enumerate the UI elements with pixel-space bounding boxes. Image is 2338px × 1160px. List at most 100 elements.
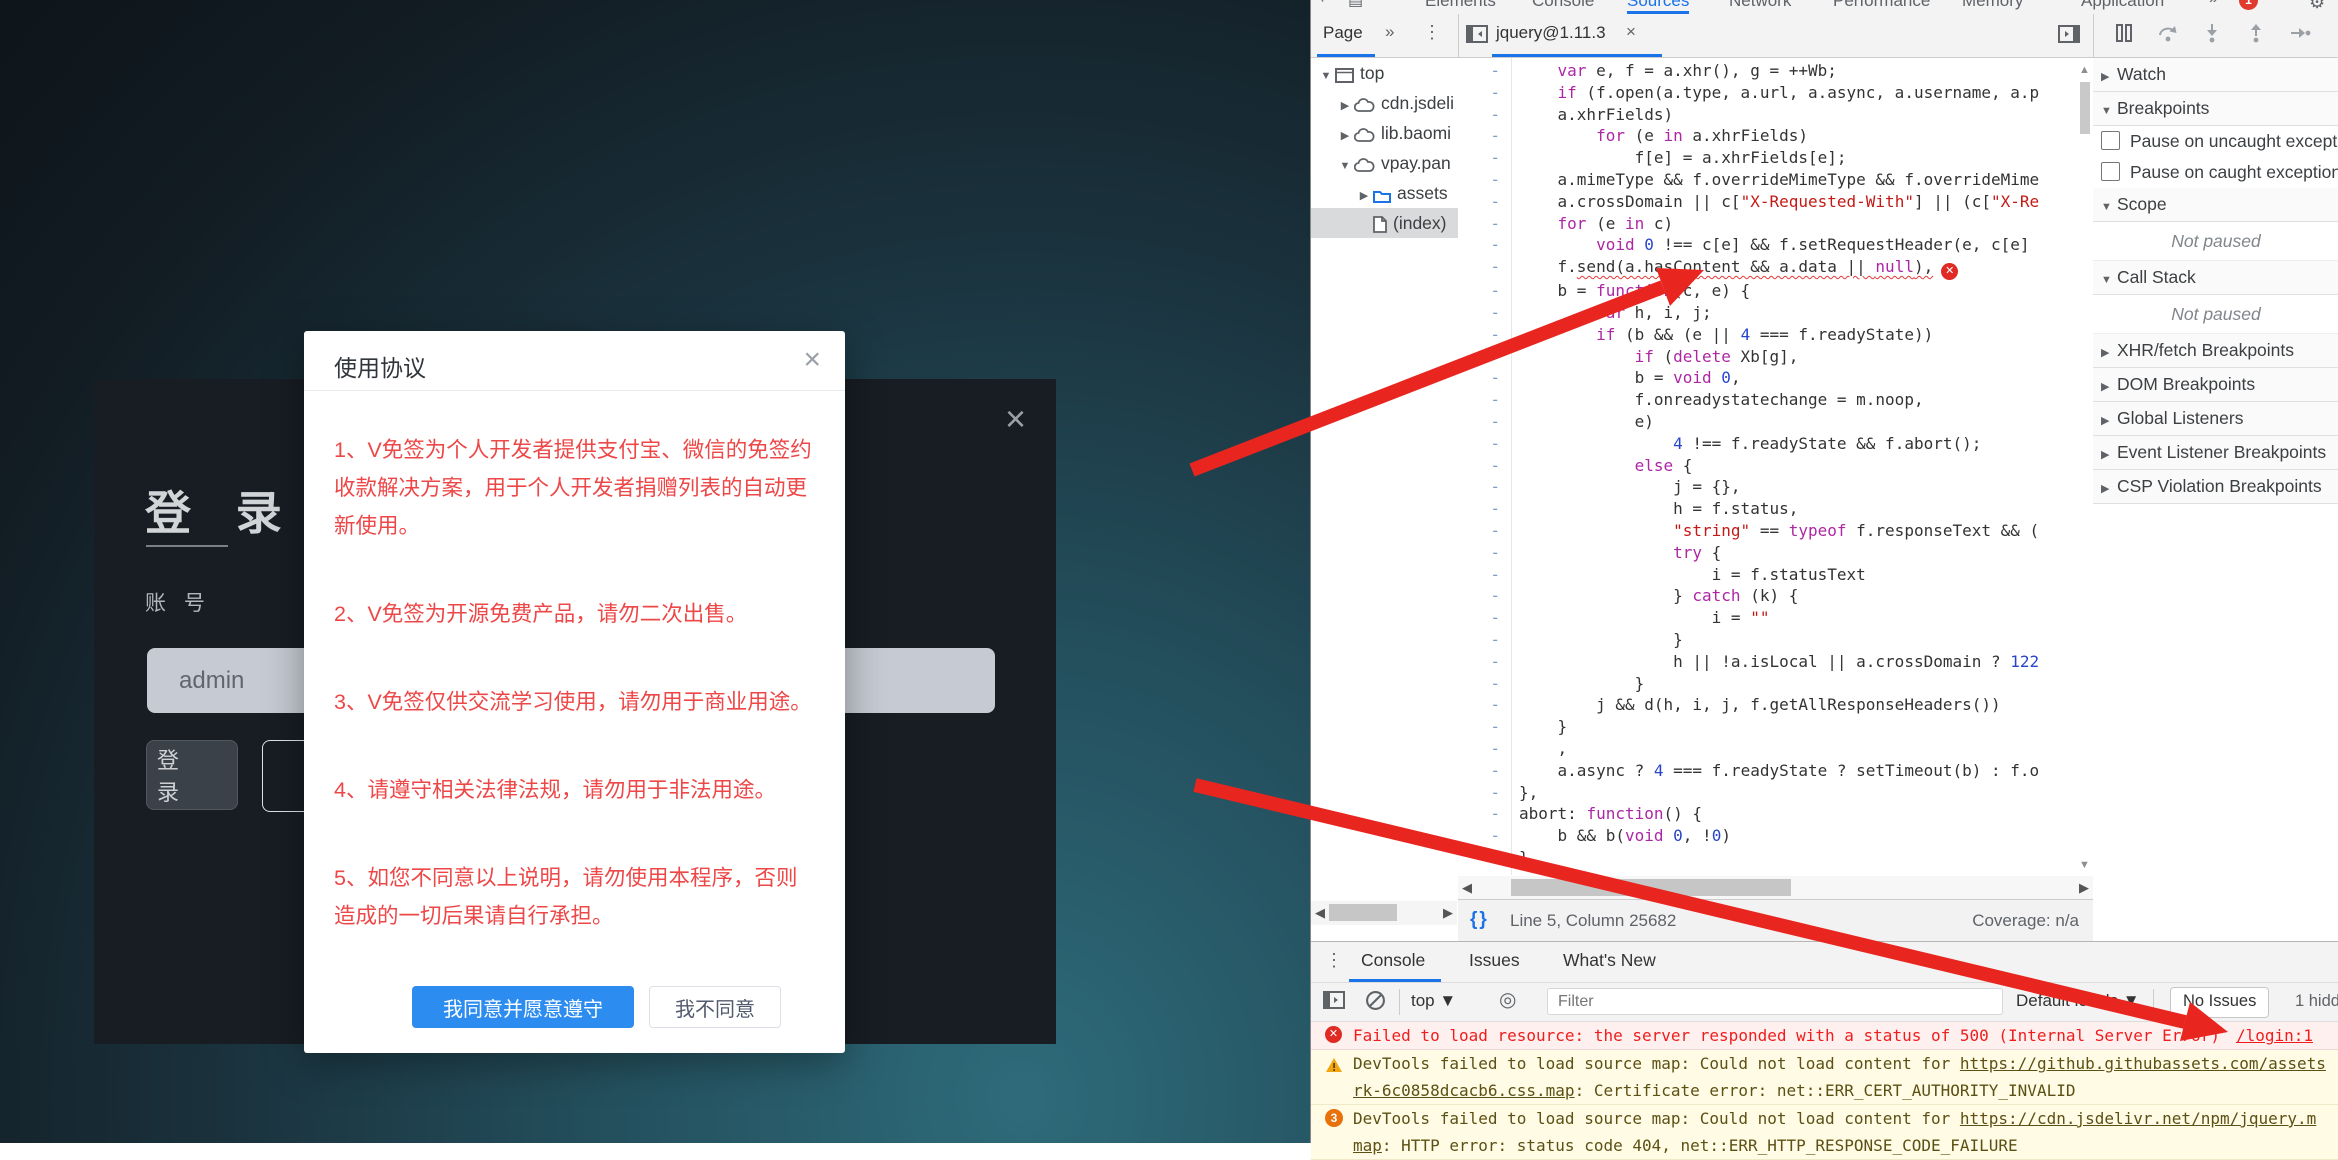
agree-button[interactable]: 我同意并愿意遵守 — [412, 986, 634, 1028]
line-gutter[interactable]: - — [1458, 147, 1500, 169]
main-tab-elements[interactable]: Elements — [1425, 0, 1496, 14]
line-gutter[interactable]: - — [1458, 280, 1500, 302]
checkbox-pause-on-caught-exceptions[interactable]: Pause on caught exceptions — [2093, 157, 2338, 188]
step-over-icon[interactable] — [2157, 23, 2179, 48]
editor-horizontal-scrollbar[interactable]: ◀ ▶ — [1458, 876, 2093, 899]
log-levels-selector[interactable]: Default levels ▼ — [2016, 991, 2140, 1011]
section-expander-icon[interactable]: ▶ — [2101, 439, 2117, 472]
code-line[interactable]: -var e, f = a.xhr(), g = ++Wb; — [1458, 60, 2077, 82]
line-gutter[interactable]: - — [1458, 825, 1500, 847]
line-gutter[interactable]: - — [1458, 585, 1500, 607]
code-line[interactable]: -abort: function() { — [1458, 803, 2077, 825]
more-tabs-icon[interactable]: » — [2209, 0, 2218, 8]
tree-item-vpay-pan[interactable]: ▼vpay.pan — [1311, 148, 1458, 178]
line-gutter[interactable]: - — [1458, 782, 1500, 804]
code-line[interactable]: -} catch (k) { — [1458, 585, 2077, 607]
console-link[interactable]: https://cdn.jsdelivr.net/npm/jquery.m — [1960, 1109, 2316, 1128]
file-tab-close-icon[interactable]: × — [1626, 22, 1636, 42]
file-tab-jquery[interactable]: jquery@1.11.3 — [1496, 23, 1606, 43]
expander-icon[interactable]: ▶ — [1338, 91, 1352, 121]
console-link[interactable]: rk-6c0858dcacb6.css.map — [1353, 1081, 1575, 1100]
code-line[interactable]: -f.onreadystatechange = m.noop, — [1458, 389, 2077, 411]
main-tab-performance[interactable]: Performance — [1833, 0, 1930, 14]
line-gutter[interactable]: - — [1458, 60, 1500, 82]
line-gutter[interactable]: - — [1458, 302, 1500, 324]
code-line[interactable]: -a.xhrFields) — [1458, 104, 2077, 126]
tree-item-assets[interactable]: ▶assets — [1311, 178, 1458, 208]
line-gutter[interactable]: - — [1458, 520, 1500, 542]
tree-item-lib-baomi[interactable]: ▶lib.baomi — [1311, 118, 1458, 148]
code-line[interactable]: -var h, i, j; — [1458, 302, 2077, 324]
clear-console-icon[interactable] — [1365, 990, 1386, 1016]
code-line[interactable]: -}, — [1458, 782, 2077, 804]
code-line[interactable]: -void 0 !== c[e] && f.setRequestHeader(e… — [1458, 234, 2077, 256]
main-tab-memory[interactable]: Memory — [1962, 0, 2023, 14]
line-gutter[interactable]: - — [1458, 694, 1500, 716]
code-line[interactable]: -j = {}, — [1458, 476, 2077, 498]
checkbox[interactable] — [2101, 131, 2120, 150]
scrollbar-thumb[interactable] — [1511, 879, 1791, 896]
section-expander-icon[interactable]: ▶ — [2101, 405, 2117, 438]
section-scope[interactable]: ▼Scope — [2093, 188, 2338, 222]
line-gutter[interactable]: - — [1458, 760, 1500, 782]
code-line[interactable]: -} — [1458, 629, 2077, 651]
code-line[interactable]: -} — [1458, 847, 2077, 869]
section-watch[interactable]: ▶Watch — [2093, 58, 2338, 92]
section-global-listeners[interactable]: ▶Global Listeners — [2093, 402, 2338, 436]
line-gutter[interactable]: - — [1458, 542, 1500, 564]
line-gutter[interactable]: - — [1458, 738, 1500, 760]
scroll-down-icon[interactable]: ▼ — [2079, 859, 2090, 871]
section-call-stack[interactable]: ▼Call Stack — [2093, 261, 2338, 295]
section-dom-breakpoints[interactable]: ▶DOM Breakpoints — [2093, 368, 2338, 402]
code-line[interactable]: -"string" == typeof f.responseText && ( — [1458, 520, 2077, 542]
line-gutter[interactable]: - — [1458, 433, 1500, 455]
line-gutter[interactable]: - — [1458, 256, 1500, 278]
main-tab-console[interactable]: Console — [1532, 0, 1594, 14]
navigator-horizontal-scrollbar[interactable]: ◀ ▶ — [1311, 901, 1457, 925]
main-tab-application[interactable]: Application — [2081, 0, 2164, 14]
main-tab-sources[interactable]: Sources — [1627, 0, 1689, 14]
code-line[interactable]: -} — [1458, 673, 2077, 695]
section-event-listener-breakpoints[interactable]: ▶Event Listener Breakpoints — [2093, 436, 2338, 470]
section-expander-icon[interactable]: ▶ — [2101, 61, 2117, 94]
login-button[interactable]: 登 录 — [146, 740, 238, 810]
inspect-icon[interactable]: ⌖ — [1318, 0, 1327, 8]
toggle-debugger-icon[interactable] — [2058, 24, 2082, 44]
navigator-menu-icon[interactable]: ⋮ — [1423, 22, 1441, 43]
tab-issues[interactable]: Issues — [1469, 950, 1520, 971]
code-line[interactable]: -f.send(a.hasContent && a.data || null),… — [1458, 256, 2077, 280]
tab-console[interactable]: Console — [1361, 950, 1425, 971]
code-line[interactable]: -a.mimeType && f.overrideMimeType && f.o… — [1458, 169, 2077, 191]
code-line[interactable]: -e) — [1458, 411, 2077, 433]
code-line[interactable]: -i = f.statusText — [1458, 564, 2077, 586]
code-line[interactable]: -if (b && (e || 4 === f.readyState)) — [1458, 324, 2077, 346]
code-line[interactable]: -try { — [1458, 542, 2077, 564]
code-line[interactable]: -, — [1458, 738, 2077, 760]
step-icon[interactable] — [2289, 23, 2311, 48]
scroll-right-icon[interactable]: ▶ — [1443, 905, 1453, 921]
line-gutter[interactable]: - — [1458, 716, 1500, 738]
code-line[interactable]: -} — [1458, 716, 2077, 738]
code-line[interactable]: -i = "" — [1458, 607, 2077, 629]
section-breakpoints[interactable]: ▼Breakpoints — [2093, 92, 2338, 126]
section-expander-icon[interactable]: ▼ — [2101, 264, 2117, 297]
line-gutter[interactable]: - — [1458, 498, 1500, 520]
line-gutter[interactable]: - — [1458, 455, 1500, 477]
code-line[interactable]: -a.crossDomain || c["X-Requested-With"] … — [1458, 191, 2077, 213]
navigator-tab-page[interactable]: Page — [1323, 23, 1363, 43]
scrollbar-thumb[interactable] — [2080, 82, 2090, 134]
console-menu-icon[interactable]: ⋮ — [1325, 950, 1343, 971]
line-gutter[interactable]: - — [1458, 82, 1500, 104]
section-expander-icon[interactable]: ▶ — [2101, 473, 2117, 506]
line-gutter[interactable]: - — [1458, 213, 1500, 235]
toggle-navigator-icon[interactable] — [1466, 24, 1490, 44]
scrollbar-thumb[interactable] — [1329, 904, 1397, 921]
line-gutter[interactable]: - — [1458, 367, 1500, 389]
tree-item--index-[interactable]: (index) — [1311, 208, 1458, 238]
line-gutter[interactable]: - — [1458, 607, 1500, 629]
source-location-link[interactable]: /login:1 — [2236, 1022, 2313, 1049]
line-gutter[interactable]: - — [1458, 346, 1500, 368]
scroll-left-icon[interactable]: ◀ — [1315, 905, 1325, 921]
expander-icon[interactable]: ▶ — [1338, 121, 1352, 151]
inline-error-icon[interactable]: ✕ — [1941, 263, 1958, 280]
